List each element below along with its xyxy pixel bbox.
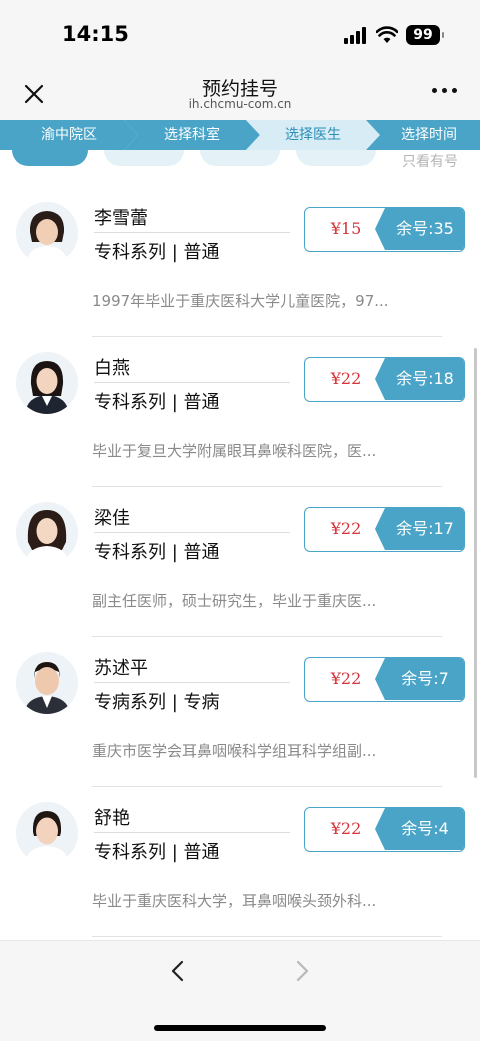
wifi-icon	[376, 26, 398, 43]
book-button[interactable]: ¥15 余号:35	[304, 207, 465, 252]
more-icon[interactable]	[432, 88, 460, 96]
doctor-name: 李雪蕾	[94, 208, 148, 229]
step-label: 选择时间	[401, 127, 457, 143]
doctor-type: 专科系列 | 普通	[94, 842, 220, 863]
book-button[interactable]: ¥22 余号:7	[304, 657, 465, 702]
doctor-row[interactable]: 梁佳 专科系列 | 普通 ¥22 余号:17 副主任医师，硕士研究生，毕业于重庆…	[0, 502, 480, 652]
date-tab[interactable]	[104, 150, 184, 166]
doctor-avatar	[16, 202, 78, 264]
doctor-type: 专病系列 | 专病	[94, 692, 220, 713]
book-button[interactable]: ¥22 余号:18	[304, 357, 465, 402]
doctor-description: 副主任医师，硕士研究生，毕业于重庆医...	[92, 592, 377, 610]
doctor-row[interactable]: 苏述平 专病系列 | 专病 ¥22 余号:7 重庆市医学会耳鼻咽喉科学组耳科学组…	[0, 652, 480, 802]
status-bar: 14:15 99	[0, 0, 480, 70]
doctor-row[interactable]: 舒艳 专科系列 | 普通 ¥22 余号:4 毕业于重庆医科大学，耳鼻咽喉头颈外科…	[0, 802, 480, 952]
step-time[interactable]: 选择时间	[366, 120, 480, 150]
date-tab[interactable]	[12, 150, 88, 166]
step-progress: 渝中院区 选择科室 选择医生 选择时间	[0, 120, 480, 150]
doctor-name: 苏述平	[94, 658, 148, 679]
doctor-row[interactable]: 白燕 专科系列 | 普通 ¥22 余号:18 毕业于复旦大学附属眼耳鼻喉科医院，…	[0, 352, 480, 502]
date-tab[interactable]	[200, 150, 280, 166]
doctor-name: 梁佳	[94, 508, 130, 529]
doctor-name: 白燕	[94, 358, 130, 379]
divider	[94, 532, 290, 533]
chevron-left-icon[interactable]	[166, 959, 190, 983]
book-button[interactable]: ¥22 余号:4	[304, 807, 465, 852]
divider	[92, 636, 442, 637]
step-hospital[interactable]: 渝中院区	[0, 120, 138, 150]
scrollbar[interactable]	[474, 348, 477, 778]
page-url: ih.chcmu-com.cn	[188, 97, 292, 111]
divider	[92, 486, 442, 487]
step-doctor[interactable]: 选择医生	[246, 120, 380, 150]
chevron-right-icon[interactable]	[290, 959, 314, 983]
divider	[94, 682, 290, 683]
remaining-slots: 余号:4	[375, 808, 464, 850]
doctor-name: 舒艳	[94, 808, 130, 829]
signal-icon	[344, 27, 368, 44]
step-department[interactable]: 选择科室	[124, 120, 260, 150]
doctor-avatar	[16, 352, 78, 414]
nav-header: 预约挂号 ih.chcmu-com.cn	[0, 70, 480, 120]
step-label: 选择科室	[164, 127, 220, 143]
remaining-slots: 余号:18	[375, 358, 464, 400]
divider	[94, 832, 290, 833]
remaining-slots: 余号:35	[375, 208, 464, 250]
doctor-description: 1997年毕业于重庆医科大学儿童医院，97...	[92, 292, 389, 310]
divider	[94, 232, 290, 233]
doctor-type: 专科系列 | 普通	[94, 242, 220, 263]
step-label: 渝中院区	[41, 127, 97, 143]
divider	[92, 936, 442, 937]
remaining-slots: 余号:7	[375, 658, 464, 700]
divider	[94, 382, 290, 383]
bottom-toolbar	[0, 940, 480, 1041]
book-button[interactable]: ¥22 余号:17	[304, 507, 465, 552]
doctor-type: 专科系列 | 普通	[94, 542, 220, 563]
status-time: 14:15	[62, 22, 129, 46]
divider	[92, 336, 442, 337]
battery-indicator: 99	[406, 25, 444, 45]
doctor-row[interactable]: 李雪蕾 专科系列 | 普通 ¥15 余号:35 1997年毕业于重庆医科大学儿童…	[0, 202, 480, 352]
home-indicator[interactable]	[154, 1025, 326, 1031]
remaining-slots: 余号:17	[375, 508, 464, 550]
doctor-avatar	[16, 502, 78, 564]
doctor-type: 专科系列 | 普通	[94, 392, 220, 413]
only-available-toggle[interactable]: 只看有号	[402, 151, 458, 171]
doctor-avatar	[16, 802, 78, 864]
divider	[92, 786, 442, 787]
doctor-description: 毕业于重庆医科大学，耳鼻咽喉头颈外科...	[92, 892, 377, 910]
step-label: 选择医生	[285, 127, 341, 143]
doctor-avatar	[16, 652, 78, 714]
date-tab[interactable]	[296, 150, 376, 166]
doctor-description: 毕业于复旦大学附属眼耳鼻喉科医院，医...	[92, 442, 377, 460]
doctor-description: 重庆市医学会耳鼻咽喉科学组耳科学组副...	[92, 742, 377, 760]
